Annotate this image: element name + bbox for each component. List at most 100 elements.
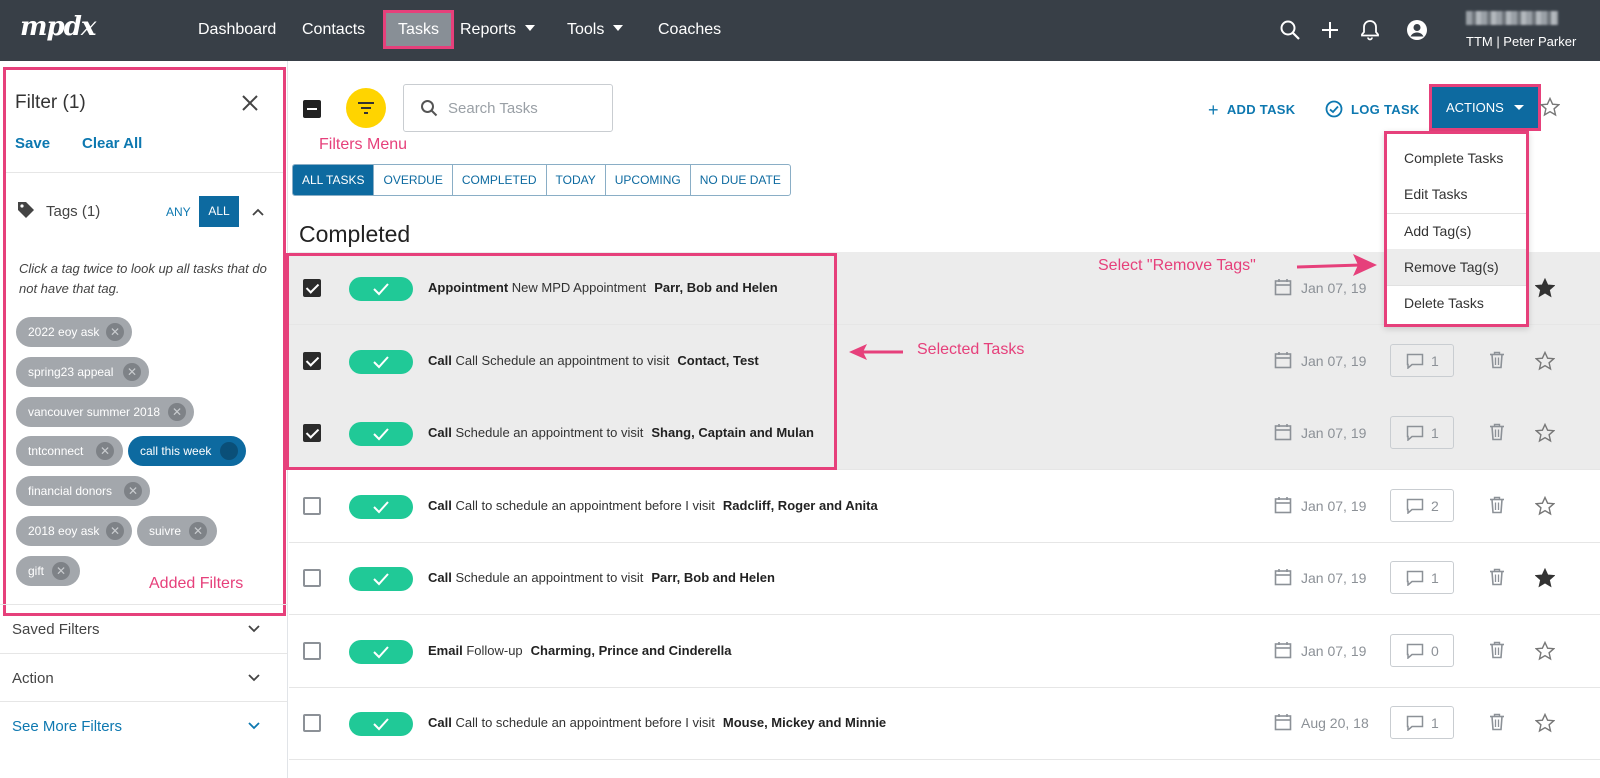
comments-button[interactable]: 1 (1390, 416, 1454, 449)
task-due-date[interactable]: Jan 07, 19 (1301, 498, 1366, 514)
tag-chip[interactable]: financial donors ✕ (16, 476, 150, 506)
add-task-button[interactable]: + ADD TASK (1208, 100, 1295, 121)
tab-all-tasks[interactable]: ALL TASKS (293, 165, 374, 195)
tag-chip-selected[interactable]: call this week ✕ (128, 436, 246, 466)
star-icon[interactable] (1535, 568, 1555, 588)
nav-contacts[interactable]: Contacts (302, 0, 365, 61)
close-icon[interactable] (242, 95, 258, 111)
complete-toggle[interactable] (349, 494, 413, 519)
user-avatar-icon[interactable] (1405, 18, 1429, 42)
tab-completed[interactable]: COMPLETED (451, 165, 546, 195)
task-description[interactable]: Call Call to schedule an appointment bef… (428, 715, 886, 730)
task-contact[interactable]: Charming, Prince and Cinderella (531, 643, 732, 658)
tab-today[interactable]: TODAY (545, 165, 605, 195)
complete-toggle[interactable] (349, 639, 413, 664)
trash-icon[interactable] (1489, 713, 1505, 731)
task-contact[interactable]: Mouse, Mickey and Minnie (723, 715, 886, 730)
menu-complete-tasks[interactable]: Complete Tasks (1387, 140, 1526, 176)
task-due-date[interactable]: Jan 07, 19 (1301, 425, 1366, 441)
tab-upcoming[interactable]: UPCOMING (604, 165, 690, 195)
menu-edit-tasks[interactable]: Edit Tasks (1387, 176, 1526, 212)
clear-all-link[interactable]: Clear All (82, 135, 142, 152)
task-checkbox[interactable] (303, 714, 321, 732)
any-toggle[interactable]: ANY (166, 205, 191, 219)
task-row[interactable]: Call Call to schedule an appointment bef… (289, 470, 1600, 543)
remove-tag-icon[interactable]: ✕ (52, 562, 70, 580)
bell-icon[interactable] (1358, 18, 1382, 42)
task-due-date[interactable]: Jan 07, 19 (1301, 643, 1366, 659)
complete-toggle[interactable] (349, 712, 413, 736)
nav-tasks[interactable]: Tasks (383, 10, 454, 49)
star-icon[interactable] (1535, 495, 1555, 516)
tag-chip[interactable]: vancouver summer 2018 ✕ (16, 397, 194, 427)
task-description[interactable]: Email Follow-up Charming, Prince and Cind… (428, 643, 732, 658)
task-due-date[interactable]: Aug 20, 18 (1301, 715, 1369, 731)
task-contact[interactable]: Parr, Bob and Helen (651, 570, 775, 585)
trash-icon[interactable] (1489, 568, 1505, 586)
star-icon[interactable] (1535, 713, 1555, 733)
tag-chip[interactable]: 2018 eoy ask ✕ (16, 516, 132, 546)
remove-tag-icon[interactable]: ✕ (189, 522, 207, 540)
comments-button[interactable]: 1 (1390, 706, 1454, 739)
filter-toggle-button[interactable] (346, 88, 386, 128)
account-name[interactable]: TTM | Peter Parker (1466, 34, 1576, 49)
remove-tag-icon[interactable]: ✕ (106, 323, 124, 341)
see-more-filters-section[interactable]: See More Filters (0, 701, 287, 750)
remove-tag-icon[interactable]: ✕ (220, 442, 238, 460)
search-icon[interactable] (1278, 18, 1302, 42)
task-checkbox[interactable] (303, 569, 321, 587)
task-row[interactable]: Call Call to schedule an appointment bef… (289, 687, 1600, 760)
task-description[interactable]: Call Schedule an appointment to visit Par… (428, 570, 775, 585)
tag-chip[interactable]: gift ✕ (16, 556, 80, 586)
nav-coaches[interactable]: Coaches (658, 0, 721, 61)
log-task-button[interactable]: LOG TASK (1325, 100, 1420, 118)
task-description[interactable]: Call Call to schedule an appointment bef… (428, 498, 878, 513)
star-icon[interactable] (1535, 278, 1555, 298)
tags-filter-label[interactable]: Tags (1) (46, 203, 100, 220)
menu-delete-tasks[interactable]: Delete Tasks (1387, 285, 1526, 321)
remove-tag-icon[interactable]: ✕ (123, 363, 141, 381)
tag-chip[interactable]: suivre ✕ (137, 516, 217, 546)
task-due-date[interactable]: Jan 07, 19 (1301, 353, 1366, 369)
nav-reports[interactable]: Reports (460, 0, 536, 61)
tag-chip[interactable]: tntconnect ✕ (16, 436, 123, 466)
tab-overdue[interactable]: OVERDUE (373, 165, 451, 195)
star-icon[interactable] (1540, 97, 1560, 117)
nav-tools[interactable]: Tools (567, 0, 624, 61)
tag-chip[interactable]: 2022 eoy ask ✕ (16, 317, 132, 347)
nav-dashboard[interactable]: Dashboard (198, 0, 276, 61)
trash-icon[interactable] (1489, 641, 1505, 659)
mpdx-logo[interactable]: mpdx (20, 12, 96, 42)
task-row[interactable]: Call Schedule an appointment to visit Par… (289, 542, 1600, 615)
plus-icon[interactable] (1318, 18, 1342, 42)
comments-button[interactable]: 2 (1390, 488, 1454, 522)
search-tasks-input[interactable] (448, 98, 598, 118)
select-all-checkbox[interactable] (303, 100, 321, 118)
star-icon[interactable] (1535, 640, 1555, 661)
remove-tag-icon[interactable]: ✕ (96, 442, 114, 460)
tab-no-due-date[interactable]: NO DUE DATE (689, 165, 790, 195)
trash-icon[interactable] (1489, 496, 1505, 514)
action-section[interactable]: Action (0, 653, 287, 702)
comments-button[interactable]: 1 (1390, 561, 1454, 594)
task-checkbox[interactable] (303, 496, 321, 515)
all-toggle[interactable]: ALL (199, 196, 239, 227)
saved-filters-section[interactable]: Saved Filters (0, 604, 287, 653)
actions-dropdown-button[interactable]: ACTIONS (1429, 84, 1541, 131)
task-row[interactable]: Email Follow-up Charming, Prince and Cind… (289, 615, 1600, 688)
task-due-date[interactable]: Jan 07, 19 (1301, 280, 1366, 296)
chevron-up-icon[interactable] (252, 208, 264, 216)
trash-icon[interactable] (1489, 423, 1505, 441)
task-due-date[interactable]: Jan 07, 19 (1301, 570, 1366, 586)
task-contact[interactable]: Radcliff, Roger and Anita (723, 498, 878, 513)
task-checkbox[interactable] (303, 641, 321, 660)
comments-button[interactable]: 1 (1390, 343, 1454, 377)
menu-remove-tags[interactable]: Remove Tag(s) (1387, 249, 1526, 285)
remove-tag-icon[interactable]: ✕ (106, 522, 124, 540)
comments-button[interactable]: 0 (1390, 633, 1454, 667)
remove-tag-icon[interactable]: ✕ (168, 403, 186, 421)
complete-toggle[interactable] (349, 567, 413, 591)
star-icon[interactable] (1535, 350, 1555, 371)
star-icon[interactable] (1535, 423, 1555, 443)
tag-chip[interactable]: spring23 appeal ✕ (16, 357, 149, 387)
